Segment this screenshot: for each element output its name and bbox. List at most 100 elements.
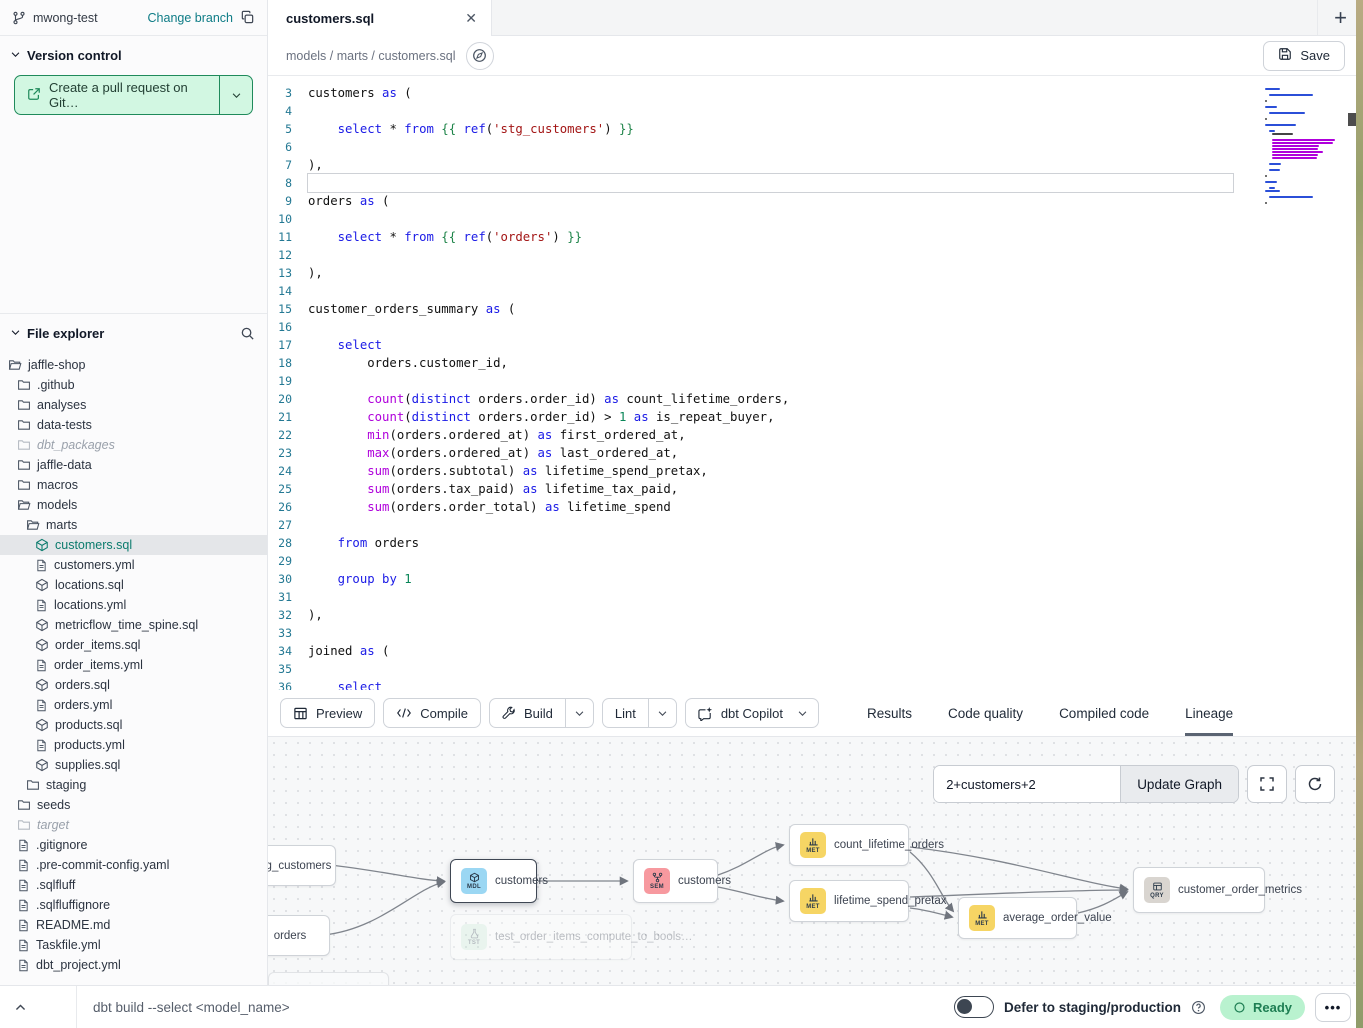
file-tree-item[interactable]: target xyxy=(0,815,267,835)
code-line[interactable]: 23 max(orders.ordered_at) as last_ordere… xyxy=(268,444,1363,462)
lineage-node-orders[interactable]: orders xyxy=(268,915,330,956)
file-tree-item[interactable]: README.md xyxy=(0,915,267,935)
file-tree-item[interactable]: dbt_project.yml xyxy=(0,955,267,975)
lineage-node-count_lifetime_orders[interactable]: METcount_lifetime_orders xyxy=(789,824,909,866)
code-line[interactable]: 25 sum(orders.tax_paid) as lifetime_tax_… xyxy=(268,480,1363,498)
code-line[interactable]: 12 xyxy=(268,246,1363,264)
file-tree-item[interactable]: marts xyxy=(0,515,267,535)
file-tree-item[interactable]: jaffle-shop xyxy=(0,355,267,375)
lineage-node-average_order_value[interactable]: METaverage_order_value xyxy=(958,897,1077,939)
pr-dropdown-chevron[interactable] xyxy=(220,76,252,114)
code-line[interactable]: 33 xyxy=(268,624,1363,642)
code-line[interactable]: 31 xyxy=(268,588,1363,606)
code-line[interactable]: 27 xyxy=(268,516,1363,534)
code-line[interactable]: 6 xyxy=(268,138,1363,156)
tab-compiled-code[interactable]: Compiled code xyxy=(1059,690,1149,736)
save-button[interactable]: Save xyxy=(1263,41,1345,71)
lineage-node-clipped[interactable] xyxy=(268,972,389,985)
code-line[interactable]: 30 group by 1 xyxy=(268,570,1363,588)
code-line[interactable]: 26 sum(orders.order_total) as lifetime_s… xyxy=(268,498,1363,516)
code-editor[interactable]: 3customers as (45 select * from {{ ref('… xyxy=(268,76,1363,690)
code-line[interactable]: 28 from orders xyxy=(268,534,1363,552)
code-line[interactable]: 3customers as ( xyxy=(268,84,1363,102)
code-line[interactable]: 8 xyxy=(268,174,1363,192)
code-line[interactable]: 36 select xyxy=(268,678,1363,690)
preview-button[interactable]: Preview xyxy=(280,698,375,728)
code-line[interactable]: 35 xyxy=(268,660,1363,678)
lint-button[interactable]: Lint xyxy=(602,698,677,728)
code-line[interactable]: 34joined as ( xyxy=(268,642,1363,660)
chevron-down-icon[interactable] xyxy=(648,699,676,727)
file-tree-item[interactable]: customers.sql xyxy=(0,535,267,555)
file-tree-item[interactable]: .github xyxy=(0,375,267,395)
chevron-down-icon[interactable] xyxy=(565,699,593,727)
chevron-down-icon[interactable] xyxy=(795,699,818,727)
file-tree-item[interactable]: staging xyxy=(0,775,267,795)
tab-code-quality[interactable]: Code quality xyxy=(948,690,1023,736)
search-icon[interactable] xyxy=(240,326,255,341)
file-tree-item[interactable]: orders.yml xyxy=(0,695,267,715)
defer-toggle[interactable] xyxy=(954,996,994,1018)
code-line[interactable]: 5 select * from {{ ref('stg_customers') … xyxy=(268,120,1363,138)
close-icon[interactable]: ✕ xyxy=(465,10,477,27)
code-line[interactable]: 13), xyxy=(268,264,1363,282)
copy-icon[interactable] xyxy=(240,10,255,25)
code-line[interactable]: 7), xyxy=(268,156,1363,174)
help-icon[interactable] xyxy=(1191,1000,1206,1015)
file-tree-item[interactable]: supplies.sql xyxy=(0,755,267,775)
code-line[interactable]: 21 count(distinct orders.order_id) > 1 a… xyxy=(268,408,1363,426)
fullscreen-icon[interactable] xyxy=(1247,765,1287,803)
file-tree-item[interactable]: products.yml xyxy=(0,735,267,755)
file-tree-item[interactable]: dbt_packages xyxy=(0,435,267,455)
file-tree-item[interactable]: orders.sql xyxy=(0,675,267,695)
minimap[interactable] xyxy=(1265,88,1343,206)
file-tree-item[interactable]: .pre-commit-config.yaml xyxy=(0,855,267,875)
file-tree-item[interactable]: jaffle-data xyxy=(0,455,267,475)
code-line[interactable]: 9orders as ( xyxy=(268,192,1363,210)
file-tree-item[interactable]: models xyxy=(0,495,267,515)
file-tree-item[interactable]: .sqlfluffignore xyxy=(0,895,267,915)
lineage-node-customer_order_metrics[interactable]: QRYcustomer_order_metrics xyxy=(1133,867,1265,913)
code-line[interactable]: 11 select * from {{ ref('orders') }} xyxy=(268,228,1363,246)
file-tree-item[interactable]: customers.yml xyxy=(0,555,267,575)
build-button[interactable]: Build xyxy=(489,698,594,728)
file-explorer-header[interactable]: File explorer xyxy=(0,313,267,349)
code-line[interactable]: 22 min(orders.ordered_at) as first_order… xyxy=(268,426,1363,444)
code-line[interactable]: 20 count(distinct orders.order_id) as co… xyxy=(268,390,1363,408)
file-tree-item[interactable]: products.sql xyxy=(0,715,267,735)
file-tree-item[interactable]: locations.yml xyxy=(0,595,267,615)
code-line[interactable]: 16 xyxy=(268,318,1363,336)
lineage-node-stg_customers[interactable]: stg_customers xyxy=(268,845,336,886)
code-line[interactable]: 29 xyxy=(268,552,1363,570)
file-tree-item[interactable]: analyses xyxy=(0,395,267,415)
version-control-header[interactable]: Version control xyxy=(0,36,267,71)
lineage-node-lifetime_spend_pretax[interactable]: METlifetime_spend_pretax xyxy=(789,880,909,922)
file-tree-item[interactable]: .sqlfluff xyxy=(0,875,267,895)
lineage-node-test_order_items_compute_to_bools-[interactable]: TSTtest_order_items_compute_to_bools… xyxy=(450,914,632,960)
code-line[interactable]: 4 xyxy=(268,102,1363,120)
compass-icon[interactable] xyxy=(466,42,494,70)
tab-results[interactable]: Results xyxy=(867,690,912,736)
file-tree-item[interactable]: order_items.sql xyxy=(0,635,267,655)
code-line[interactable]: 24 sum(orders.subtotal) as lifetime_spen… xyxy=(268,462,1363,480)
file-tree-item[interactable]: macros xyxy=(0,475,267,495)
file-tree-item[interactable]: metricflow_time_spine.sql xyxy=(0,615,267,635)
file-tree-item[interactable]: locations.sql xyxy=(0,575,267,595)
file-tree-item[interactable]: seeds xyxy=(0,795,267,815)
file-tree-item[interactable]: Taskfile.yml xyxy=(0,935,267,955)
refresh-icon[interactable] xyxy=(1295,765,1335,803)
tab-customers-sql[interactable]: customers.sql ✕ xyxy=(268,0,492,36)
lineage-node-customers[interactable]: MDLcustomers xyxy=(450,859,537,903)
code-line[interactable]: 15customer_orders_summary as ( xyxy=(268,300,1363,318)
compile-button[interactable]: Compile xyxy=(383,698,481,728)
code-line[interactable]: 10 xyxy=(268,210,1363,228)
lineage-panel[interactable]: Update Graph xyxy=(268,737,1363,985)
code-line[interactable]: 19 xyxy=(268,372,1363,390)
dbt-command-input[interactable] xyxy=(77,1000,954,1015)
code-line[interactable]: 18 orders.customer_id, xyxy=(268,354,1363,372)
lineage-selector-input[interactable] xyxy=(934,766,1120,802)
collapse-panel-button[interactable] xyxy=(0,986,77,1028)
code-line[interactable]: 17 select xyxy=(268,336,1363,354)
change-branch-link[interactable]: Change branch xyxy=(148,11,233,25)
code-line[interactable]: 14 xyxy=(268,282,1363,300)
